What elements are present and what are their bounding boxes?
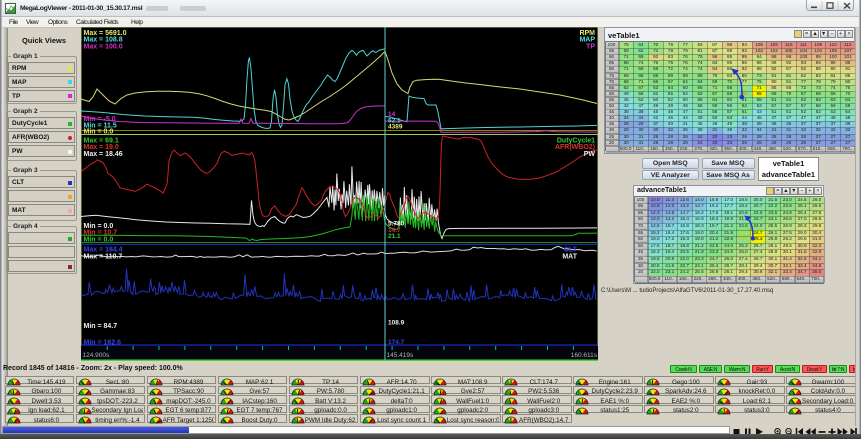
svg-text:MAT: MAT xyxy=(562,253,577,260)
svg-text:PW: PW xyxy=(584,151,596,158)
svg-text:124.900s: 124.900s xyxy=(83,352,110,359)
svg-text:145.419s: 145.419s xyxy=(387,352,414,359)
svg-text:108.9: 108.9 xyxy=(388,320,405,327)
svg-text:Min = 0.0: Min = 0.0 xyxy=(84,236,114,243)
svg-text:Max = 100.0: Max = 100.0 xyxy=(84,43,123,50)
svg-text:21.1: 21.1 xyxy=(388,233,401,240)
svg-text:4389: 4389 xyxy=(388,124,403,131)
svg-text:Max = 18.46: Max = 18.46 xyxy=(84,151,123,158)
svg-text:174.7: 174.7 xyxy=(388,339,405,346)
svg-text:160.611s: 160.611s xyxy=(571,352,598,359)
svg-text:Max = 110.7: Max = 110.7 xyxy=(84,253,123,260)
svg-text:TP: TP xyxy=(586,43,595,50)
svg-text:Min = 162.6: Min = 162.6 xyxy=(84,340,122,347)
svg-text:Min = 84.7: Min = 84.7 xyxy=(84,323,118,330)
svg-text:Min = 0.0: Min = 0.0 xyxy=(84,129,114,136)
